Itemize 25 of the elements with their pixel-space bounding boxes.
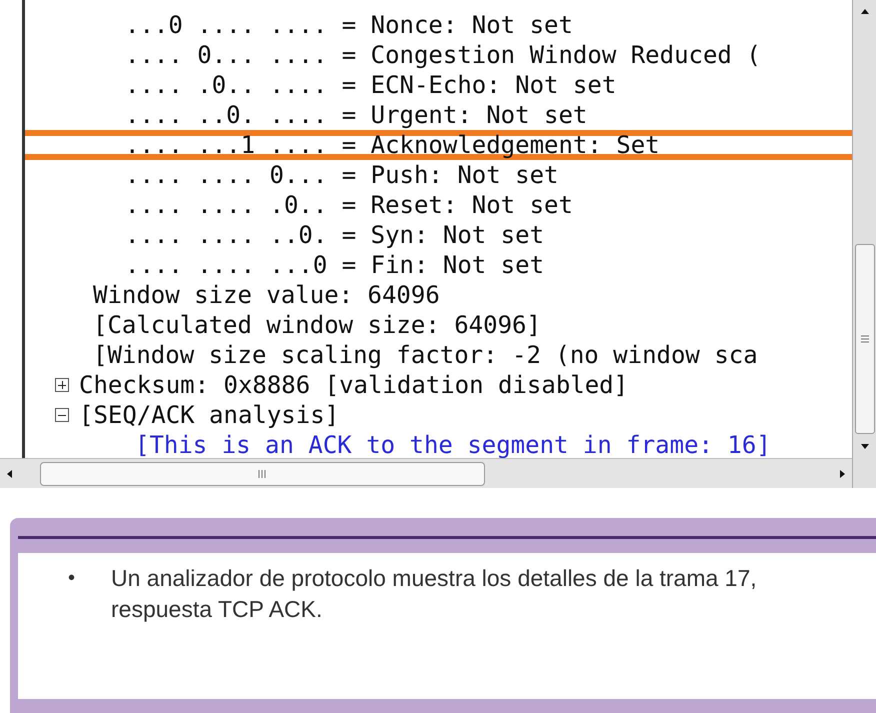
tree-row-text: .... .... ...0 = Fin: Not set <box>125 251 544 279</box>
tree-row-text: [Calculated window size: 64096] <box>93 311 541 339</box>
scrollbar-thumb[interactable] <box>854 244 874 434</box>
scrollbar-thumb[interactable] <box>40 462 485 486</box>
caption-text: Un analizador de protocolo muestra los detalles de la trama 17, respuesta TCP ACK. <box>111 564 758 624</box>
link-text[interactable]: [This is an ACK to the segment in frame: 16] <box>135 431 771 458</box>
tree-row-text: .... .0.. .... = ECN-Echo: Not set <box>125 71 616 99</box>
expand-icon[interactable] <box>55 378 69 392</box>
grip-icon <box>258 470 268 478</box>
tree-row-text: .... ..0. .... = Urgent: Not set <box>125 101 588 129</box>
collapse-icon[interactable] <box>55 408 69 422</box>
tree-row-text: .... .... .0.. = Reset: Not set <box>125 191 573 219</box>
tree-row-text: ...0 .... .... = Nonce: Not set <box>125 11 573 39</box>
tree-row-text: .... ...1 .... = Acknowledgement: Set <box>125 131 660 159</box>
tree-row-text: .... 0... .... = Congestion Window Reduced ( <box>125 41 761 69</box>
bullet: • <box>68 566 76 591</box>
horizontal-scrollbar[interactable] <box>0 458 852 488</box>
grip-icon <box>860 335 868 343</box>
tree-row-text: .... .... 0... = Push: Not set <box>125 161 558 189</box>
tree-row-text: .... .... ..0. = Syn: Not set <box>125 221 544 249</box>
tree-row-text: Checksum: 0x8886 [validation disabled] <box>79 371 628 399</box>
vertical-scrollbar[interactable] <box>852 0 876 488</box>
tree-row-text: [Window size scaling factor: -2 (no window sca <box>93 341 758 369</box>
tree-row-text: [SEQ/ACK analysis] <box>79 401 340 429</box>
tree-row-text: Window size value: 64096 <box>93 281 440 309</box>
